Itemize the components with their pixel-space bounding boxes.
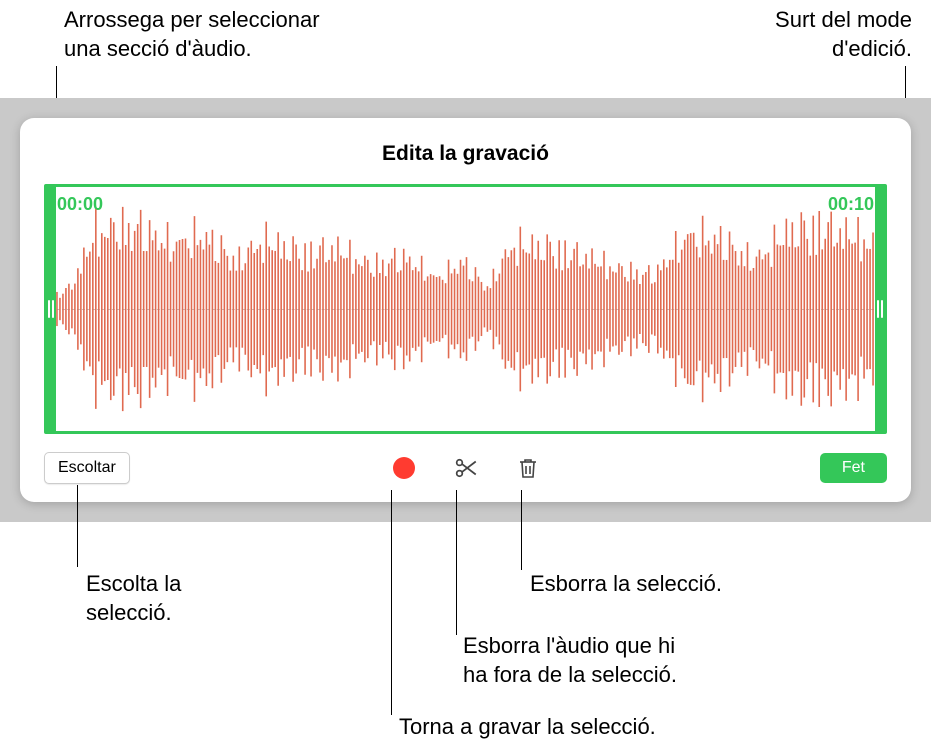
waveform-selection-area[interactable]: 00:00 00:10 (44, 184, 887, 434)
callout-delete: Esborra la selecció. (530, 570, 722, 599)
callout-drag-select: Arrossega per seleccionar una secció d'à… (64, 6, 320, 63)
scissors-icon (453, 455, 479, 481)
editor-panel: Edita la gravació 00:00 00:10 Escoltar (20, 118, 911, 502)
callout-line (77, 485, 78, 567)
waveform-display (47, 187, 884, 431)
callout-listen: Escolta la selecció. (86, 570, 181, 627)
toolbar: Escoltar (44, 448, 887, 488)
callout-line (521, 490, 522, 570)
callout-line (456, 490, 457, 635)
callout-rerecord: Torna a gravar la selecció. (399, 713, 656, 742)
panel-title: Edita la gravació (20, 142, 911, 166)
toolbar-center (387, 451, 545, 485)
callout-exit-edit: Surt del mode d'edició. (775, 6, 912, 63)
record-button[interactable] (387, 451, 421, 485)
record-icon (393, 457, 415, 479)
done-button[interactable]: Fet (820, 453, 887, 483)
listen-button[interactable]: Escoltar (44, 452, 130, 484)
trash-icon (516, 455, 540, 481)
callout-line (391, 490, 392, 715)
trim-handle-right[interactable] (875, 187, 885, 431)
callout-trim: Esborra l'àudio que hi ha fora de la sel… (463, 632, 677, 689)
trim-handle-left[interactable] (46, 187, 56, 431)
trim-button[interactable] (449, 451, 483, 485)
delete-button[interactable] (511, 451, 545, 485)
